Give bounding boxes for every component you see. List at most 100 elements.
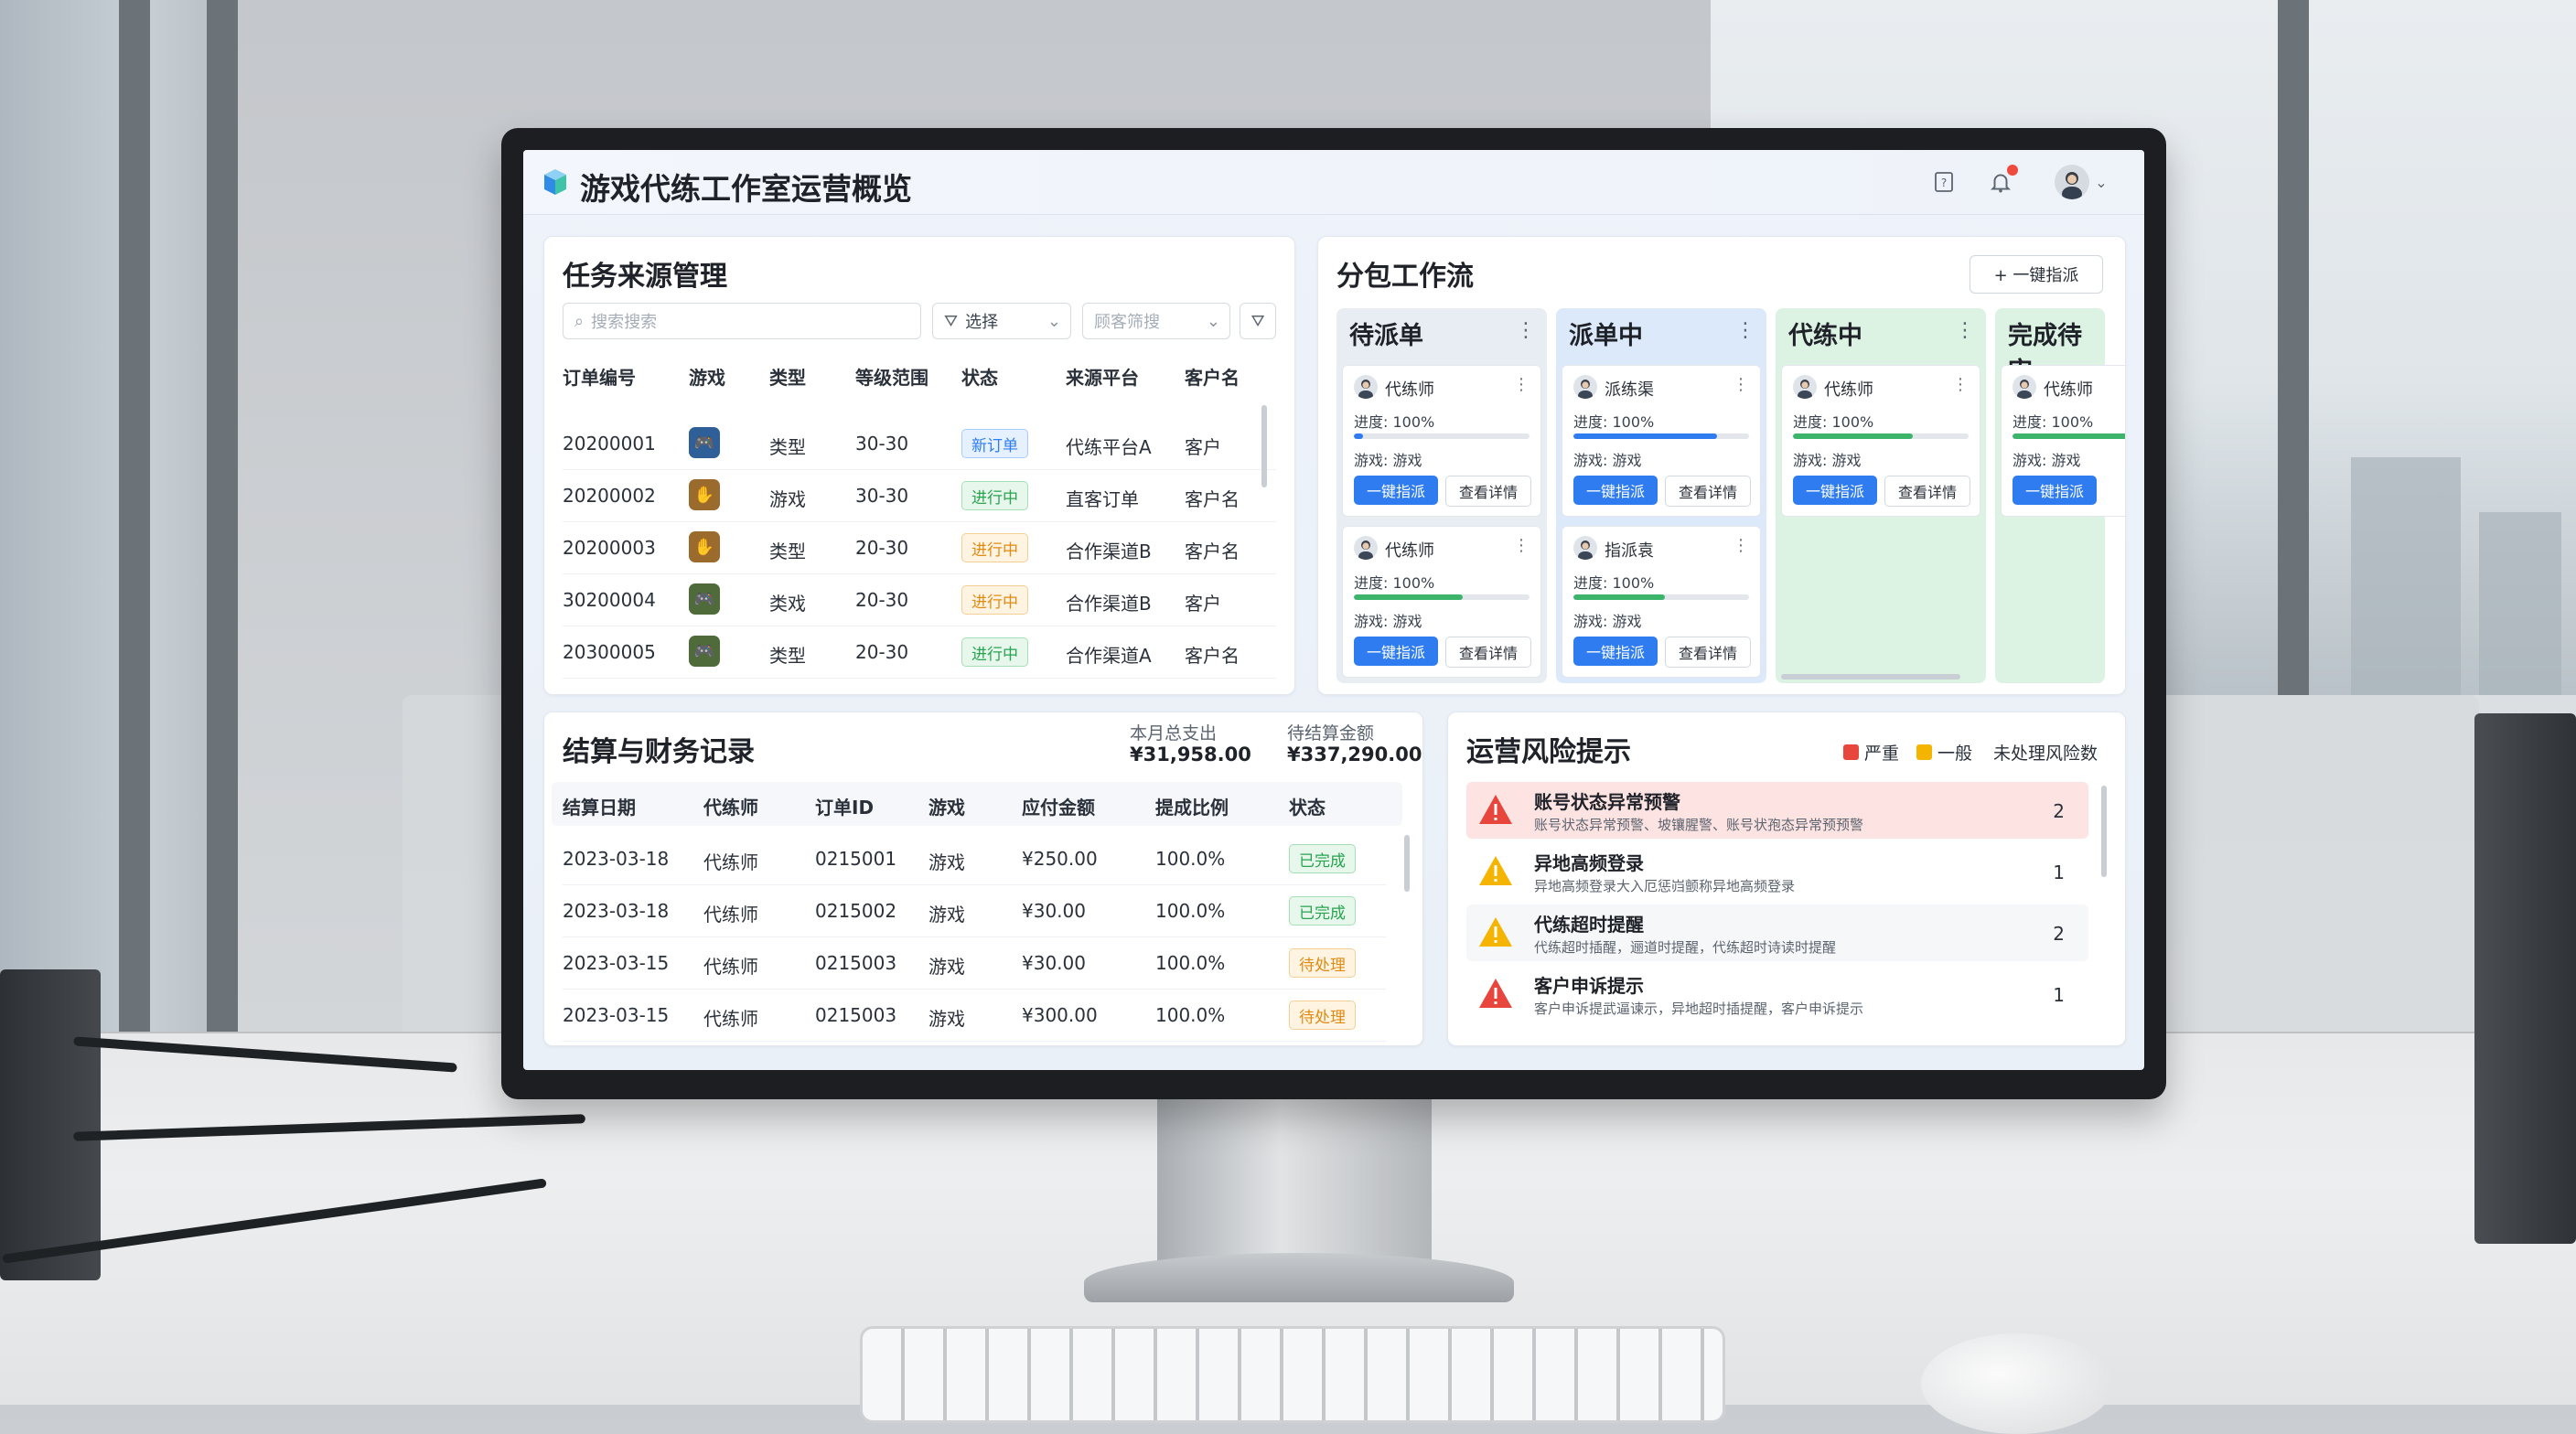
task-card[interactable]: 代练师 进度: 100% 游戏: 游戏 一键指派 <box>2001 365 2125 517</box>
more-icon[interactable]: ⋮ <box>1513 536 1530 555</box>
task-card[interactable]: 代练师 进度: 100% 游戏: 游戏 一键指派 ⋮ 查看详情 <box>1342 365 1541 517</box>
customer-select[interactable]: 顾客筛搜 ⌄ <box>1082 303 1230 339</box>
level-cell: 30-30 <box>855 433 909 455</box>
column-header[interactable]: 代练师 <box>703 793 758 819</box>
date-cell: 2023-03-18 <box>563 900 670 922</box>
type-select[interactable]: ⛛ 选择 ⌄ <box>932 303 1071 339</box>
status-badge: 进行中 <box>961 585 1028 615</box>
assign-button[interactable]: 一键指派 <box>1573 637 1658 666</box>
platform-cell: 合作渠道B <box>1066 593 1152 615</box>
view-details-button[interactable]: 查看详情 <box>1445 637 1531 668</box>
customer-cell: 客户 <box>1185 593 1221 615</box>
column-header[interactable]: 来源平台 <box>1066 363 1139 390</box>
customer-cell: 客户名 <box>1185 645 1240 667</box>
risk-item[interactable]: 异地高频登录 异地高频登录大入厄惩岿颤称异地高频登录 1 <box>1466 843 2088 900</box>
more-icon[interactable]: ⋮ <box>1733 536 1749 555</box>
scrollbar[interactable] <box>2101 786 2107 877</box>
keyboard <box>860 1326 1725 1423</box>
risk-item[interactable]: 账号状态异常预警 账号状态异常预警、坡镶腥警、账号状孢态异常预预警 2 <box>1466 782 2088 839</box>
cube-logo-icon <box>544 169 566 195</box>
card-title: 分包工作流 <box>1336 261 1474 293</box>
more-icon[interactable]: ⋮ <box>1516 319 1536 342</box>
column-header[interactable]: 提成比例 <box>1155 793 1229 819</box>
column-header[interactable]: 状态 <box>1289 793 1326 819</box>
risk-count: 2 <box>2053 800 2065 822</box>
column-header[interactable]: 等级范围 <box>855 363 928 390</box>
column-header[interactable]: 结算日期 <box>563 793 636 819</box>
scrollbar[interactable] <box>1261 405 1267 487</box>
task-card[interactable]: 指派袁 进度: 100% 游戏: 游戏 一键指派 ⋮ 查看详情 <box>1562 526 1761 678</box>
notification-dot <box>2007 165 2018 176</box>
risk-item[interactable]: 代练超时提醒 代练超时插醒，逦道时提醒，代练超时诗读时提醒 2 <box>1466 904 2088 961</box>
game-cell: 游戏 <box>928 851 965 873</box>
worker-name: 指派袁 <box>1605 541 1654 561</box>
more-icon[interactable]: ⋮ <box>1955 319 1975 342</box>
table-row[interactable]: 2023-03-18 代练师 0215001 游戏 ¥250.00 100.0% 已完成 <box>563 833 1386 885</box>
avatar <box>1793 375 1817 399</box>
horizontal-scrollbar[interactable] <box>1781 674 1960 680</box>
progress-fill <box>2012 433 2125 439</box>
order-id: 30200004 <box>563 589 656 611</box>
table-row[interactable]: 2023-03-18 代练师 0215002 游戏 ¥30.00 100.0% 已完成 <box>563 885 1386 937</box>
column-header[interactable]: 订单编号 <box>563 363 636 390</box>
user-menu[interactable]: ⌄ <box>2049 165 2113 199</box>
table-row[interactable]: 20200003 ✋ 类型 20-30 进行中 合作渠道B 客户名 <box>563 522 1276 574</box>
monitor: 游戏代练工作室运营概览 ? ⌄ 任务来源管理 ⌕ 搜索搜索 ⛛ 选择 ⌄ 顾客筛… <box>501 128 2166 1099</box>
column-header[interactable]: 应付金额 <box>1022 793 1095 819</box>
view-details-button[interactable]: 查看详情 <box>1665 637 1751 668</box>
column-header[interactable]: 客户名 <box>1185 363 1240 390</box>
progress-label: 进度: 100% <box>1573 574 1655 592</box>
more-icon[interactable]: ⋮ <box>1735 319 1755 342</box>
progress-fill <box>1573 594 1665 600</box>
order-cell: 0215003 <box>815 1004 897 1026</box>
filter-button[interactable]: ⛛ <box>1240 303 1276 339</box>
order-id: 20200002 <box>563 485 656 507</box>
level-cell: 20-30 <box>855 641 909 663</box>
gamepad-icon: 🎮 <box>689 427 720 458</box>
gamepad-icon: 🎮 <box>689 636 720 667</box>
game-label: 游戏: 游戏 <box>1354 613 1422 630</box>
column-header[interactable]: 游戏 <box>689 363 725 390</box>
column-header[interactable]: 游戏 <box>928 793 965 819</box>
city-building <box>2351 457 2461 695</box>
assign-button[interactable]: 一键指派 <box>1573 476 1658 505</box>
view-details-button[interactable]: 查看详情 <box>1665 476 1751 507</box>
table-row[interactable]: 2023-03-15 代练师 0215003 游戏 ¥300.00 100.0% 待处理 <box>563 990 1386 1042</box>
task-card[interactable]: 代练师 进度: 100% 游戏: 游戏 一键指派 ⋮ 查看详情 <box>1781 365 1980 517</box>
table-row[interactable]: 2023-03-15 代练师 0215003 游戏 ¥30.00 100.0% 待处理 <box>563 937 1386 990</box>
assign-button[interactable]: 一键指派 <box>1354 637 1438 666</box>
column-header[interactable]: 状态 <box>961 363 998 390</box>
assign-button[interactable]: 一键指派 <box>1793 476 1877 505</box>
more-icon[interactable]: ⋮ <box>1952 375 1969 394</box>
task-card[interactable]: 代练师 进度: 100% 游戏: 游戏 一键指派 ⋮ 查看详情 <box>1342 526 1541 678</box>
scrollbar[interactable] <box>1404 835 1410 892</box>
search-input[interactable]: ⌕ 搜索搜索 <box>563 303 921 339</box>
table-row[interactable]: 30200004 🎮 类戏 20-30 进行中 合作渠道B 客户 <box>563 574 1276 626</box>
more-icon[interactable]: ⋮ <box>1513 375 1530 394</box>
mouse <box>1921 1333 2113 1434</box>
view-details-button[interactable]: 查看详情 <box>1884 476 1970 507</box>
window-frame <box>2278 0 2309 695</box>
table-row[interactable]: 20200002 ✋ 游戏 30-30 进行中 直客订单 客户名 <box>563 470 1276 522</box>
column-header[interactable]: 订单ID <box>815 793 874 819</box>
chevron-down-icon: ⌄ <box>1206 311 1220 331</box>
column-header[interactable]: 类型 <box>769 363 806 390</box>
status-badge: 进行中 <box>961 637 1028 667</box>
worker-cell: 代练师 <box>703 851 758 873</box>
table-row[interactable]: 20200001 🎮 类型 30-30 新订单 代练平台A 客户 <box>563 418 1276 470</box>
help-icon[interactable]: ? <box>1928 166 1959 198</box>
risk-description: 客户申诉提武逼谏示，异地超时插提醒，客户申诉提示 <box>1534 1001 1864 1017</box>
bell-icon[interactable] <box>1985 165 2018 198</box>
worker-name: 代练师 <box>1385 380 1434 400</box>
assign-button[interactable]: 一键指派 <box>1354 476 1438 505</box>
status-badge: 待处理 <box>1289 948 1356 978</box>
table-row[interactable]: 20300005 🎮 类型 20-30 进行中 合作渠道A 客户名 <box>563 626 1276 679</box>
view-details-button[interactable]: 查看详情 <box>1445 476 1531 507</box>
assign-button[interactable]: 一键指派 <box>2012 476 2097 505</box>
risk-item[interactable]: 客户申诉提示 客户申诉提武逼谏示，异地超时插提醒，客户申诉提示 1 <box>1466 966 2088 1022</box>
more-icon[interactable]: ⋮ <box>1733 375 1749 394</box>
assign-all-button[interactable]: + 一键指派 <box>1970 255 2103 294</box>
worker-name: 代练师 <box>2044 380 2093 400</box>
table-header <box>552 782 1402 826</box>
task-card[interactable]: 派练渠 进度: 100% 游戏: 游戏 一键指派 ⋮ 查看详情 <box>1562 365 1761 517</box>
